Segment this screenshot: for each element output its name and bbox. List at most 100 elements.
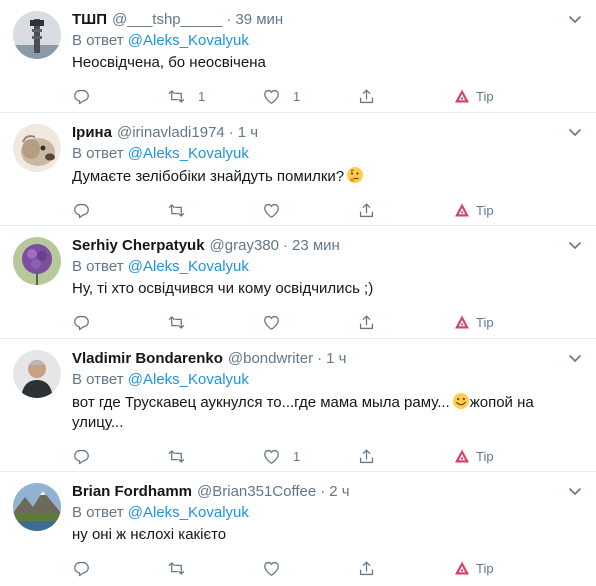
avatar[interactable]: [13, 350, 61, 398]
reply-tweet[interactable]: Serhiy Cherpatyuk @gray380 · 23 мин В от…: [0, 226, 596, 339]
like-button[interactable]: [262, 313, 357, 332]
reply-prefix: В ответ: [72, 504, 124, 521]
display-name[interactable]: Brian Fordhamm: [72, 482, 192, 502]
mention-link[interactable]: @Aleks_Kovalyuk: [128, 32, 249, 49]
reply-icon: [74, 449, 89, 464]
heart-icon: [264, 561, 279, 576]
tweet-text: Думаєте зелібобіки знайдуть помилки?: [72, 166, 582, 187]
retweet-icon: [168, 89, 185, 103]
retweet-button[interactable]: [167, 313, 262, 332]
reply-tweet[interactable]: Ірина @irinavladi1974 · 1 ч В ответ @Ale…: [0, 113, 596, 226]
like-button[interactable]: [262, 201, 357, 220]
tweet-actions: Tip: [72, 305, 582, 339]
chevron-down-icon[interactable]: [568, 12, 582, 26]
reply-context: В ответ @Aleks_Kovalyuk: [72, 503, 582, 523]
retweet-icon: [168, 561, 185, 575]
reply-button[interactable]: [72, 87, 167, 106]
reply-tweet[interactable]: Vladimir Bondarenko @bondwriter · 1 ч В …: [0, 339, 596, 472]
tip-label: Tip: [476, 314, 494, 330]
share-button[interactable]: [357, 87, 452, 106]
share-icon: [359, 203, 374, 217]
reply-context: В ответ @Aleks_Kovalyuk: [72, 144, 582, 164]
timestamp[interactable]: 39 мин: [235, 10, 283, 30]
reply-prefix: В ответ: [72, 32, 124, 49]
like-button[interactable]: 1: [262, 87, 357, 106]
user-handle[interactable]: @irinavladi1974: [117, 123, 225, 143]
retweet-icon: [168, 449, 185, 463]
separator-dot: ·: [282, 237, 288, 254]
reply-prefix: В ответ: [72, 371, 124, 388]
tip-button[interactable]: Tip: [454, 448, 494, 464]
reply-tweet[interactable]: Brian Fordhamm @Brian351Coffee · 2 ч В о…: [0, 472, 596, 586]
reply-context: В ответ @Aleks_Kovalyuk: [72, 257, 582, 277]
retweet-button[interactable]: [167, 201, 262, 220]
heart-icon: [264, 449, 279, 464]
tip-jar-icon: [455, 203, 469, 217]
like-button[interactable]: [262, 559, 357, 578]
display-name[interactable]: ТШП: [72, 10, 107, 30]
tip-button[interactable]: Tip: [454, 314, 494, 330]
avatar[interactable]: [13, 11, 61, 59]
user-handle[interactable]: @bondwriter: [228, 349, 313, 369]
mention-link[interactable]: @Aleks_Kovalyuk: [128, 371, 249, 388]
timestamp[interactable]: 2 ч: [329, 482, 349, 502]
separator-dot: ·: [228, 124, 234, 141]
avatar[interactable]: [13, 124, 61, 172]
timestamp[interactable]: 23 мин: [292, 236, 340, 256]
retweet-button[interactable]: [167, 447, 262, 466]
reply-button[interactable]: [72, 447, 167, 466]
reply-button[interactable]: [72, 313, 167, 332]
mention-link[interactable]: @Aleks_Kovalyuk: [128, 504, 249, 521]
retweet-count: 1: [198, 88, 206, 104]
thinking-face-icon: [347, 167, 364, 183]
reply-tweet[interactable]: ТШП @___tshp_____ · 39 мин В ответ @Alek…: [0, 0, 596, 113]
retweet-icon: [168, 315, 185, 329]
chevron-down-icon[interactable]: [568, 351, 582, 365]
tweet-actions: Tip: [72, 551, 582, 585]
reply-prefix: В ответ: [72, 258, 124, 275]
like-button[interactable]: 1: [262, 447, 357, 466]
avatar[interactable]: [13, 483, 61, 531]
avatar[interactable]: [13, 237, 61, 285]
display-name[interactable]: Ірина: [72, 123, 112, 143]
user-handle[interactable]: @Brian351Coffee: [197, 482, 316, 502]
tweet-actions: Tip: [72, 193, 582, 227]
tweet-text-body: Думаєте зелібобіки знайдуть помилки?: [72, 168, 345, 185]
share-button[interactable]: [357, 313, 452, 332]
chevron-down-icon[interactable]: [568, 484, 582, 498]
display-name[interactable]: Serhiy Cherpatyuk: [72, 236, 205, 256]
tweet-actions: 1 1 Tip: [72, 79, 582, 113]
share-button[interactable]: [357, 447, 452, 466]
tip-jar-icon: [455, 315, 469, 329]
tip-button[interactable]: Tip: [454, 202, 494, 218]
display-name[interactable]: Vladimir Bondarenko: [72, 349, 223, 369]
timestamp[interactable]: 1 ч: [238, 123, 258, 143]
tip-button[interactable]: Tip: [454, 88, 494, 104]
share-icon: [359, 315, 374, 329]
share-icon: [359, 89, 374, 103]
tip-label: Tip: [476, 448, 494, 464]
chevron-down-icon[interactable]: [568, 238, 582, 252]
share-icon: [359, 449, 374, 463]
user-handle[interactable]: @___tshp_____: [112, 10, 222, 30]
timestamp[interactable]: 1 ч: [326, 349, 346, 369]
like-count: 1: [293, 448, 301, 464]
tweet-text-body: вот где Трускавец аукнулся то...где мама…: [72, 394, 450, 411]
tweet-text: вот где Трускавец аукнулся то...где мама…: [72, 392, 542, 433]
mention-link[interactable]: @Aleks_Kovalyuk: [128, 258, 249, 275]
share-button[interactable]: [357, 559, 452, 578]
reply-context: В ответ @Aleks_Kovalyuk: [72, 31, 582, 51]
reply-icon: [74, 203, 89, 218]
tip-jar-icon: [455, 561, 469, 575]
mention-link[interactable]: @Aleks_Kovalyuk: [128, 145, 249, 162]
reply-button[interactable]: [72, 201, 167, 220]
heart-icon: [264, 203, 279, 218]
tweet-text: Неосвідчена, бо неосвічена: [72, 54, 266, 71]
retweet-button[interactable]: 1: [167, 87, 262, 106]
chevron-down-icon[interactable]: [568, 125, 582, 139]
user-handle[interactable]: @gray380: [210, 236, 279, 256]
tip-button[interactable]: Tip: [454, 560, 494, 576]
retweet-button[interactable]: [167, 559, 262, 578]
reply-button[interactable]: [72, 559, 167, 578]
share-button[interactable]: [357, 201, 452, 220]
